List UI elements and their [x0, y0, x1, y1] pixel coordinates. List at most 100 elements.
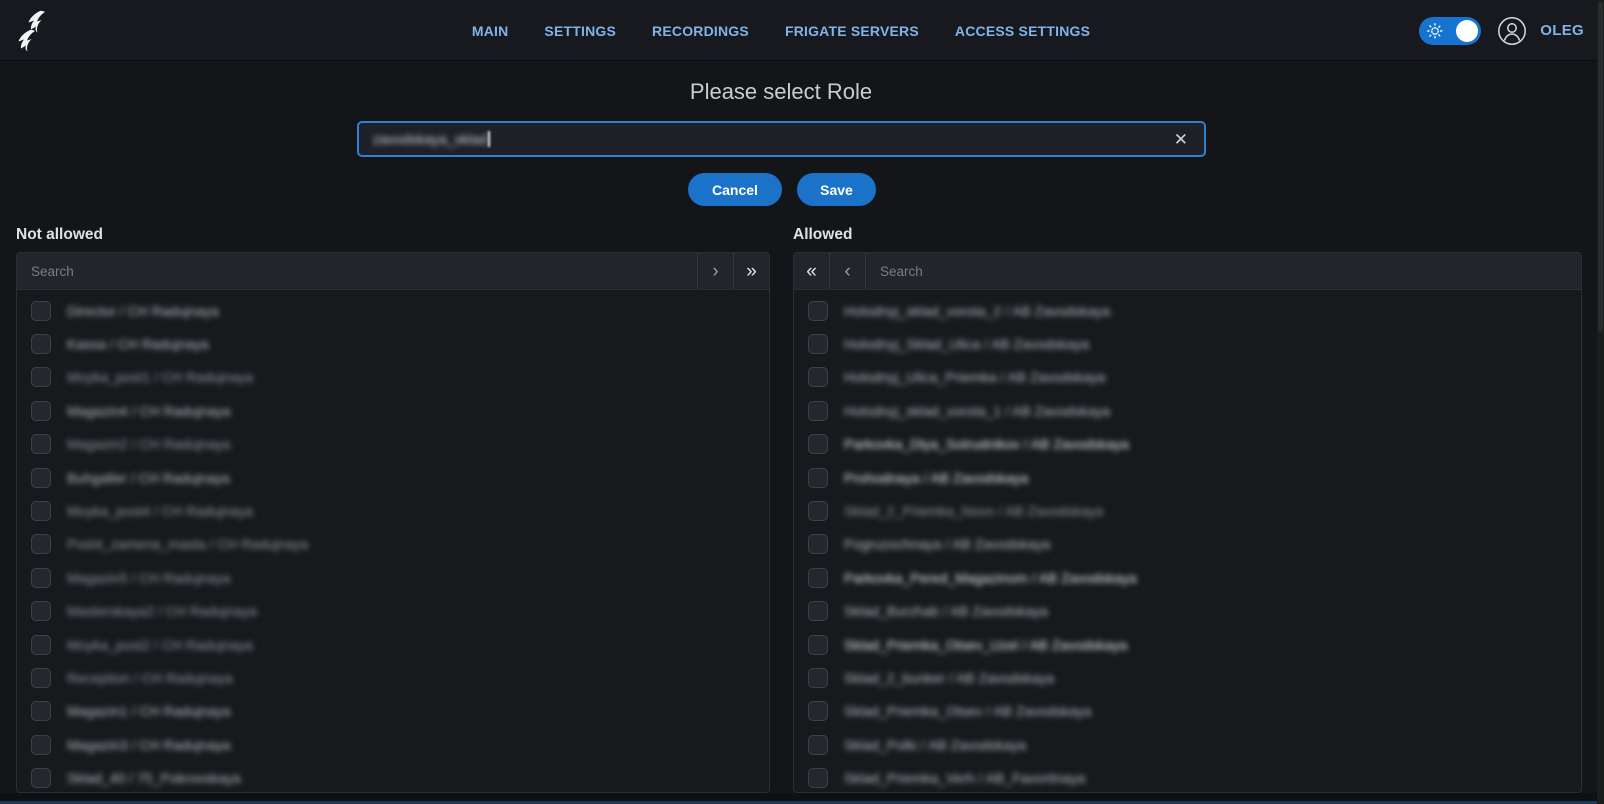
list-item[interactable]: Sklad_2_bunker / AB Zavodskaya — [794, 661, 1581, 694]
list-item-label: Magazin1 / CH Radujnaya — [67, 703, 230, 719]
checkbox[interactable] — [808, 635, 828, 655]
list-item[interactable]: Post4_zamena_masla / CH Radujnaya — [17, 528, 769, 561]
list-item[interactable]: Moyka_post1 / CH Radujnaya — [17, 361, 769, 394]
checkbox[interactable] — [31, 334, 51, 354]
nav-item-frigate-servers[interactable]: FRIGATE SERVERS — [785, 23, 919, 39]
checkbox[interactable] — [808, 701, 828, 721]
list-item-label: Parkovka_Pered_Magazinom / AB Zavodskaya — [844, 570, 1137, 586]
theme-toggle[interactable] — [1419, 17, 1481, 45]
nav-item-recordings[interactable]: RECORDINGS — [652, 23, 749, 39]
list-item[interactable]: Sklad_2_Priemka_Novo / AB Zavodskaya — [794, 494, 1581, 527]
move-selected-right-button[interactable]: › — [697, 253, 733, 289]
list-item[interactable]: Sklad_Burzhab / AB Zavodskaya — [794, 595, 1581, 628]
list-item[interactable]: Sklad_Priemka_Verh / AB_Favoritnaya — [794, 761, 1581, 793]
page-scrollbar[interactable] — [1597, 0, 1604, 804]
move-all-left-button[interactable]: « — [794, 253, 830, 289]
not-allowed-title: Not allowed — [16, 226, 103, 244]
checkbox[interactable] — [31, 367, 51, 387]
checkbox[interactable] — [808, 367, 828, 387]
list-item-label: Holodnyj_sklad_vorota_2 / AB Zavodskaya — [844, 303, 1110, 319]
list-item[interactable]: Sklad_40 / 75_Pokrovskaya — [17, 761, 769, 793]
list-item[interactable]: Moyka_post2 / CH Radujnaya — [17, 628, 769, 661]
checkbox[interactable] — [31, 501, 51, 521]
list-item[interactable]: Pogruzochnaya / AB Zavodskaya — [794, 528, 1581, 561]
list-item-label: Sklad_Priemka_Otsev / AB Zavodskaya — [844, 703, 1091, 719]
checkbox[interactable] — [31, 468, 51, 488]
list-item-label: Holodnyj_sklad_vorota_1 / AB Zavodskaya — [844, 403, 1110, 419]
checkbox[interactable] — [31, 401, 51, 421]
checkbox[interactable] — [808, 468, 828, 488]
nav-item-settings[interactable]: SETTINGS — [544, 23, 616, 39]
checkbox[interactable] — [31, 301, 51, 321]
list-item[interactable]: Prohodnaya / AB Zavodskaya — [794, 461, 1581, 494]
checkbox[interactable] — [31, 668, 51, 688]
list-item-label: Sklad_Burzhab / AB Zavodskaya — [844, 603, 1048, 619]
list-item[interactable]: Sklad_Priemka_Otsev / AB Zavodskaya — [794, 695, 1581, 728]
list-item-label: Post4_zamena_masla / CH Radujnaya — [67, 536, 308, 552]
nav-item-main[interactable]: MAIN — [472, 23, 509, 39]
checkbox[interactable] — [31, 701, 51, 721]
checkbox[interactable] — [808, 401, 828, 421]
list-item[interactable]: Masterskaya2 / CH Radujnaya — [17, 595, 769, 628]
checkbox[interactable] — [31, 534, 51, 554]
allowed-search-input[interactable] — [866, 253, 1581, 289]
list-item[interactable]: Magazin3 / CH Radujnaya — [17, 728, 769, 761]
list-item[interactable]: Holodnyj_Sklad_Ulica / AB Zavodskaya — [794, 327, 1581, 360]
checkbox[interactable] — [808, 334, 828, 354]
checkbox[interactable] — [31, 768, 51, 788]
list-item[interactable]: Sklad_Priemka_Otsev_Uzel / AB Zavodskaya — [794, 628, 1581, 661]
toggle-knob — [1456, 20, 1478, 42]
page-title: Please select Role — [690, 79, 872, 105]
nav-item-access-settings[interactable]: ACCESS SETTINGS — [955, 23, 1090, 39]
not-allowed-panel: › » Director / CH Radujnaya Kassa / CH R… — [16, 252, 770, 793]
checkbox[interactable] — [31, 568, 51, 588]
checkbox[interactable] — [808, 668, 828, 688]
list-item-label: Pogruzochnaya / AB Zavodskaya — [844, 536, 1050, 552]
list-item[interactable]: Reception / CH Radujnaya — [17, 661, 769, 694]
cancel-button[interactable]: Cancel — [688, 173, 782, 206]
not-allowed-search-input[interactable] — [17, 253, 697, 289]
checkbox[interactable] — [808, 568, 828, 588]
list-item[interactable]: Buhgalter / CH Radujnaya — [17, 461, 769, 494]
list-item-label: Moyka_post1 / CH Radujnaya — [67, 369, 253, 385]
sun-icon — [1427, 23, 1443, 39]
checkbox[interactable] — [808, 534, 828, 554]
checkbox[interactable] — [808, 501, 828, 521]
page-scrollbar-thumb[interactable] — [1598, 2, 1603, 332]
list-item[interactable]: Holodnyj_sklad_vorota_1 / AB Zavodskaya — [794, 394, 1581, 427]
list-item[interactable]: Magazin2 / CH Radujnaya — [17, 428, 769, 461]
list-item[interactable]: Parkovka_Dlya_Sotrudnikov / AB Zavodskay… — [794, 428, 1581, 461]
checkbox[interactable] — [31, 434, 51, 454]
checkbox[interactable] — [808, 601, 828, 621]
list-item[interactable]: Parkovka_Pered_Magazinom / AB Zavodskaya — [794, 561, 1581, 594]
list-item[interactable]: Moyka_post4 / CH Radujnaya — [17, 494, 769, 527]
checkbox[interactable] — [808, 301, 828, 321]
list-item[interactable]: Holodnyj_sklad_vorota_2 / AB Zavodskaya — [794, 294, 1581, 327]
checkbox[interactable] — [808, 768, 828, 788]
list-item-label: Magazin3 / CH Radujnaya — [67, 737, 230, 753]
list-item[interactable]: Magazin1 / CH Radujnaya — [17, 695, 769, 728]
save-button[interactable]: Save — [797, 173, 876, 206]
list-item[interactable]: Magazin4 / CH Radujnaya — [17, 394, 769, 427]
list-item[interactable]: Kassa / CH Radujnaya — [17, 327, 769, 360]
list-item-label: Sklad_Priemka_Otsev_Uzel / AB Zavodskaya — [844, 637, 1127, 653]
list-item[interactable]: Holodnyj_Ulica_Priemka / AB Zavodskaya — [794, 361, 1581, 394]
user-avatar-icon — [1497, 16, 1527, 46]
list-item[interactable]: Director / CH Radujnaya — [17, 294, 769, 327]
user-menu[interactable]: OLEG — [1497, 16, 1584, 46]
role-input[interactable]: zavodskaya_sklad ✕ — [357, 121, 1206, 157]
checkbox[interactable] — [31, 635, 51, 655]
move-selected-left-button[interactable]: ‹ — [830, 253, 866, 289]
list-item[interactable]: Magazin5 / CH Radujnaya — [17, 561, 769, 594]
list-item-label: Buhgalter / CH Radujnaya — [67, 470, 230, 486]
checkbox[interactable] — [808, 735, 828, 755]
move-all-right-button[interactable]: » — [733, 253, 769, 289]
checkbox[interactable] — [31, 735, 51, 755]
list-item-label: Director / CH Radujnaya — [67, 303, 219, 319]
list-item[interactable]: Sklad_Polki / AB Zavodskaya — [794, 728, 1581, 761]
frigate-logo[interactable] — [14, 8, 60, 54]
checkbox[interactable] — [808, 434, 828, 454]
checkbox[interactable] — [31, 601, 51, 621]
clear-icon[interactable]: ✕ — [1170, 129, 1192, 150]
allowed-title: Allowed — [793, 226, 852, 244]
